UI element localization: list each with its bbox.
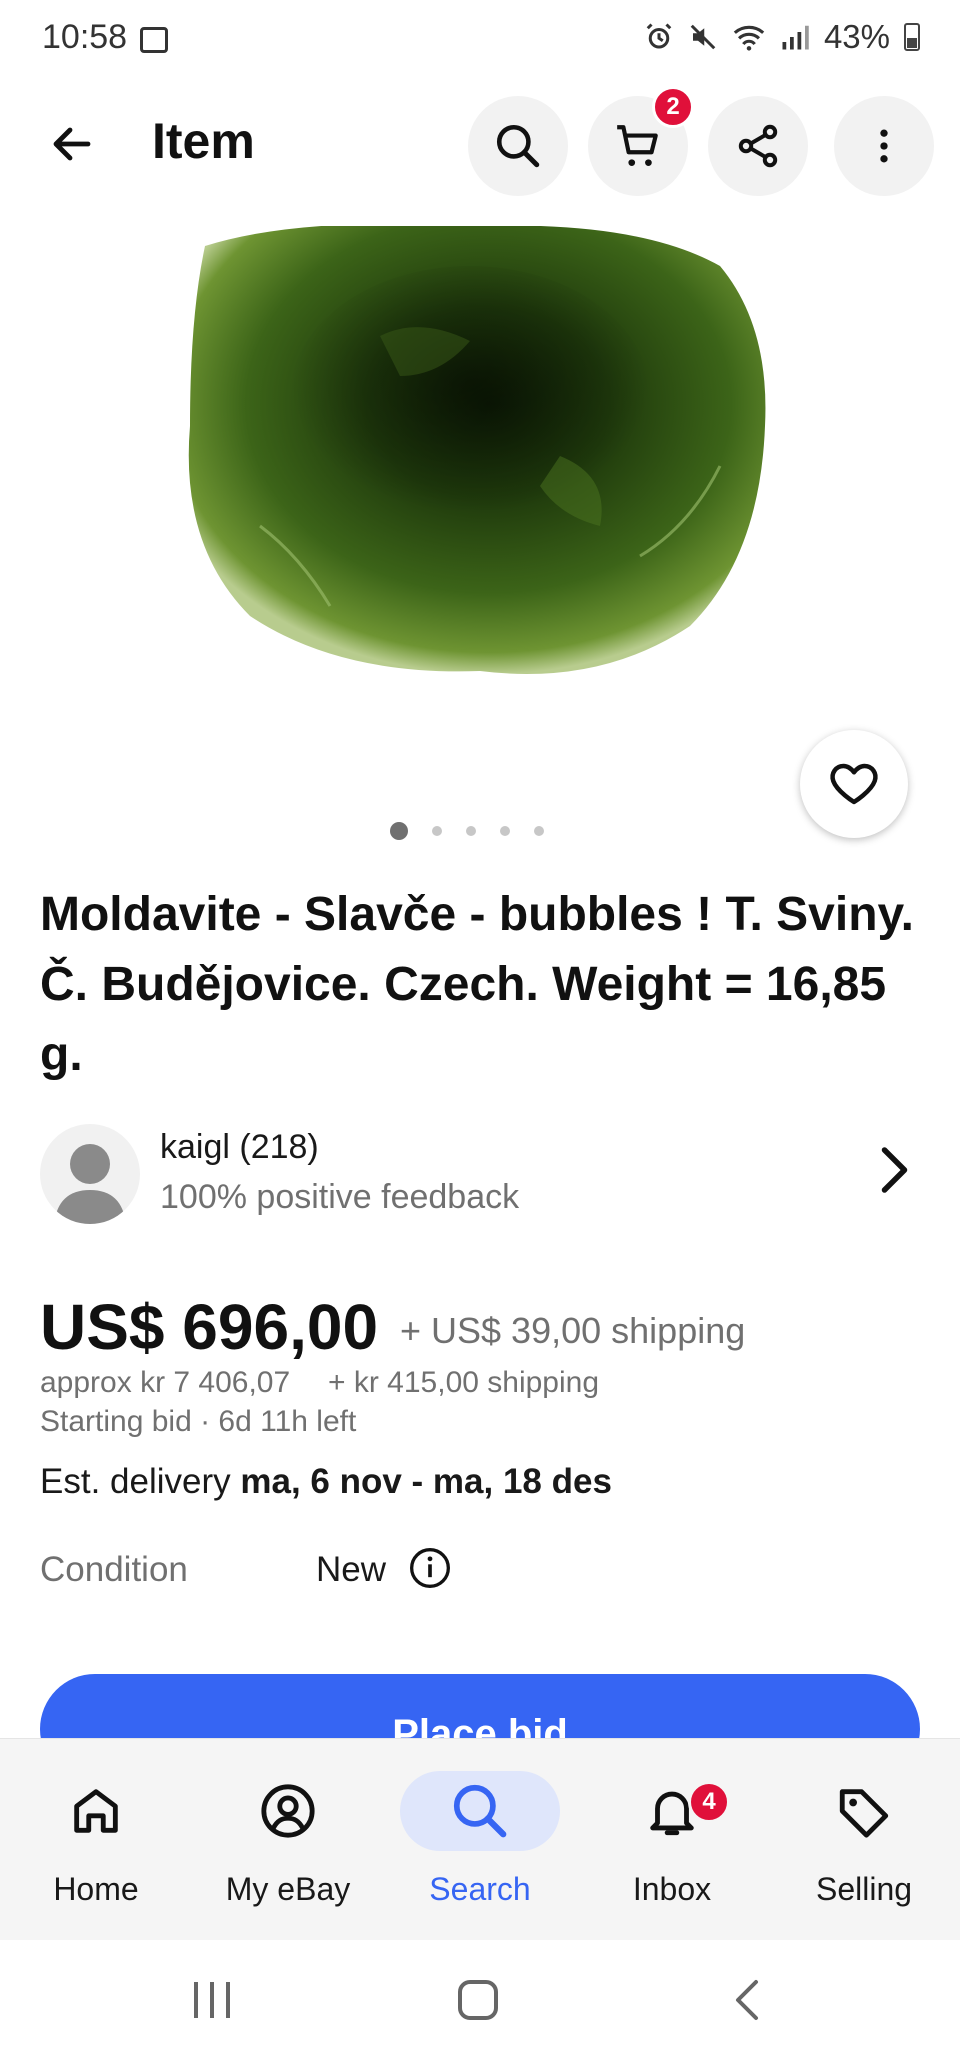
battery-percent: 43% <box>823 18 890 55</box>
add-to-watchlist-button[interactable] <box>800 730 908 838</box>
search-button[interactable] <box>468 96 568 196</box>
approx-price: approx kr 7 406,07 <box>40 1366 291 1399</box>
nav-selling[interactable]: Selling <box>768 1739 960 1941</box>
back-system-icon[interactable] <box>730 1978 766 2022</box>
image-pagination[interactable] <box>390 822 544 840</box>
delivery-label: Est. delivery <box>40 1462 231 1501</box>
home-icon <box>74 1789 118 1833</box>
nav-my-ebay-icon-wrap <box>208 1771 368 1851</box>
page-title: Item <box>152 113 255 169</box>
user-silhouette-icon <box>54 1144 126 1224</box>
nav-search-icon-wrap <box>400 1771 560 1851</box>
estimated-delivery: Est. delivery ma, 6 nov - ma, 18 des <box>40 1462 612 1502</box>
nav-selling-label: Selling <box>815 1871 913 1907</box>
system-navigation-bar <box>0 1940 960 2059</box>
signal-icon <box>782 25 809 50</box>
recent-apps-icon[interactable] <box>190 1980 234 2020</box>
nav-inbox[interactable]: 4 Inbox <box>576 1739 768 1941</box>
tag-icon <box>839 1789 889 1838</box>
seller-feedback: 100% positive feedback <box>160 1178 520 1216</box>
search-icon <box>453 1784 507 1838</box>
pagination-dot[interactable] <box>500 826 510 836</box>
pagination-dot[interactable] <box>432 826 442 836</box>
seller-name[interactable]: kaigl (218) <box>160 1128 319 1167</box>
pagination-dot[interactable] <box>466 826 476 836</box>
shipping-cost: + US$ 39,00 shipping <box>400 1310 746 1351</box>
pagination-dot[interactable] <box>534 826 544 836</box>
inbox-count-badge: 4 <box>688 1781 730 1823</box>
nav-home-icon-wrap <box>16 1771 176 1851</box>
wifi-icon <box>733 25 765 51</box>
status-time: 10:58 <box>42 18 128 56</box>
nav-my-ebay[interactable]: My eBay <box>192 1739 384 1941</box>
seller-details-button[interactable] <box>862 1140 922 1205</box>
share-button[interactable] <box>708 96 808 196</box>
nav-selling-icon-wrap <box>784 1771 944 1851</box>
chevron-right-icon <box>881 1147 908 1193</box>
seller-avatar[interactable] <box>40 1124 140 1224</box>
cart-icon <box>617 125 658 166</box>
item-image[interactable] <box>0 223 960 786</box>
arrow-left-icon <box>53 127 91 161</box>
gallery-notification-icon <box>140 27 168 53</box>
battery-icon <box>904 23 920 51</box>
pagination-dot[interactable] <box>390 822 408 840</box>
condition-label: Condition <box>40 1550 188 1589</box>
nav-search-label: Search <box>429 1871 531 1907</box>
more-vertical-icon <box>880 129 888 163</box>
status-icons: 43% <box>644 18 920 56</box>
nav-home-label: Home <box>53 1871 139 1907</box>
delivery-range: ma, 6 nov - ma, 18 des <box>240 1462 612 1501</box>
home-system-icon[interactable] <box>456 1978 500 2022</box>
nav-my-ebay-label: My eBay <box>225 1871 351 1907</box>
approx-shipping: + kr 415,00 shipping <box>328 1366 600 1399</box>
back-button[interactable] <box>32 104 112 184</box>
nav-inbox-icon-wrap: 4 <box>592 1771 752 1851</box>
cart-button[interactable]: 2 <box>588 86 694 196</box>
search-icon <box>496 124 540 168</box>
bottom-navigation: Home My eBay Search 4 Inbox Selling <box>0 1738 960 1941</box>
item-title: Moldavite - Slavče - bubbles ! T. Sviny.… <box>40 888 914 1081</box>
item-price: US$ 696,00 <box>40 1291 379 1363</box>
cart-count-badge: 2 <box>652 86 694 128</box>
nav-home[interactable]: Home <box>0 1739 192 1941</box>
mute-icon <box>690 24 716 50</box>
condition-value: New <box>316 1550 387 1589</box>
bid-info: Starting bid · 6d 11h left <box>40 1405 357 1438</box>
condition-info-button[interactable] <box>408 1546 452 1595</box>
profile-icon <box>261 1784 315 1838</box>
more-options-button[interactable] <box>834 96 934 196</box>
alarm-icon <box>646 23 672 49</box>
nav-search[interactable]: Search <box>384 1739 576 1941</box>
nav-inbox-label: Inbox <box>632 1871 712 1907</box>
share-icon <box>738 124 778 168</box>
moldavite-photo <box>188 223 766 674</box>
info-icon <box>410 1548 450 1588</box>
heart-icon <box>830 763 878 805</box>
